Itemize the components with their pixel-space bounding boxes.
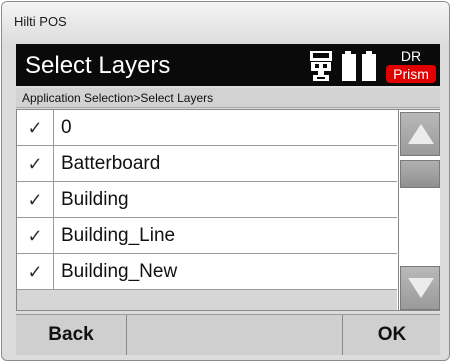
checkbox[interactable]: ✓ — [17, 254, 54, 289]
layer-list: ✓ 0 ✓ Batterboard ✓ Building ✓ Building_… — [17, 110, 397, 290]
softkey-bar: Back OK — [16, 314, 440, 355]
app-window: Hilti POS Select Layers DR Prism Applica… — [1, 1, 450, 361]
list-item[interactable]: ✓ 0 — [17, 110, 397, 146]
screen-title: Select Layers — [25, 52, 171, 79]
scroll-down-button[interactable] — [400, 266, 440, 310]
window-title: Hilti POS — [14, 14, 67, 29]
list-item-label: Batterboard — [61, 153, 161, 174]
list-item[interactable]: ✓ Building_Line — [17, 218, 397, 254]
back-button[interactable]: Back — [16, 315, 127, 355]
window-titlebar: Hilti POS — [2, 2, 449, 42]
list-item-label: Building — [61, 189, 129, 210]
total-station-icon — [309, 50, 333, 82]
screen-header: Select Layers DR Prism — [16, 44, 440, 86]
target-badge[interactable]: Prism — [386, 65, 436, 83]
list-footer — [17, 290, 397, 310]
mode-label: DR — [400, 48, 422, 64]
scroll-up-button[interactable] — [400, 112, 440, 156]
checkbox[interactable]: ✓ — [17, 218, 54, 253]
scroll-thumb[interactable] — [400, 160, 440, 188]
checkbox[interactable]: ✓ — [17, 182, 54, 217]
battery-icon — [341, 50, 377, 82]
ok-button[interactable]: OK — [342, 315, 441, 355]
checkbox[interactable]: ✓ — [17, 146, 54, 181]
list-item[interactable]: ✓ Batterboard — [17, 146, 397, 182]
list-item-label: Building_Line — [61, 225, 176, 246]
list-item-label: Building_New — [61, 261, 178, 282]
list-item[interactable]: ✓ Building_New — [17, 254, 397, 290]
list-item[interactable]: ✓ Building — [17, 182, 397, 218]
checkbox[interactable]: ✓ — [17, 110, 54, 145]
scrollbar[interactable] — [398, 110, 440, 310]
layer-list-panel: ✓ 0 ✓ Batterboard ✓ Building ✓ Building_… — [16, 109, 440, 311]
breadcrumb: Application Selection>Select Layers — [16, 88, 440, 108]
list-item-label: 0 — [61, 117, 72, 138]
